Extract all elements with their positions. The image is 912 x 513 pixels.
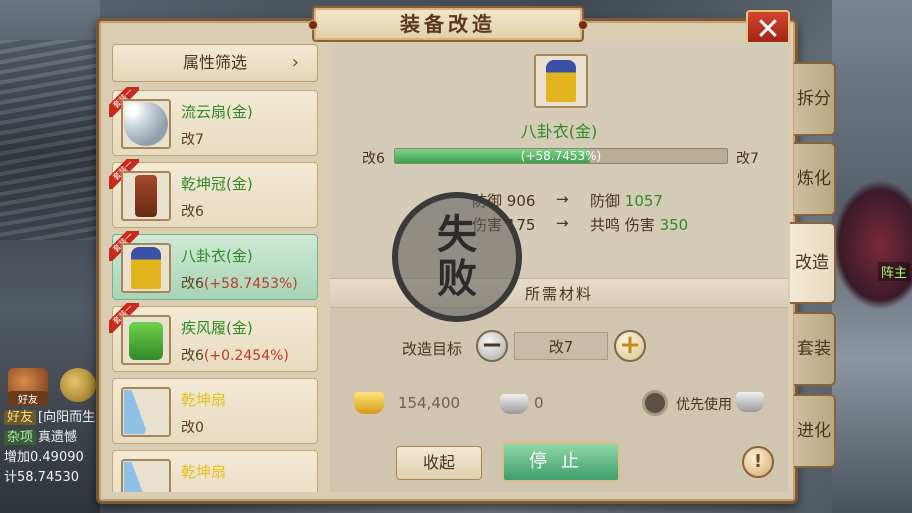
resonance-stat-to: 共鸣 伤害 350 bbox=[590, 214, 688, 235]
collapse-button[interactable]: 收起 bbox=[396, 446, 482, 480]
item-level: 改6 bbox=[181, 201, 204, 221]
progress-text: (+58.7453%) bbox=[520, 149, 602, 163]
gold-ingot-icon bbox=[354, 392, 384, 414]
stat-arrow: → bbox=[556, 190, 569, 208]
resonance-to-label: 共鸣 伤害 bbox=[590, 216, 655, 234]
item-level: 改0 bbox=[181, 417, 204, 437]
stop-button[interactable]: 停止 bbox=[502, 442, 620, 482]
tab-label: 套装 bbox=[797, 339, 831, 359]
modify-progress-bar: (+58.7453%) bbox=[394, 148, 728, 164]
friend-button[interactable]: 好友 bbox=[8, 368, 48, 406]
decrease-button[interactable]: − bbox=[476, 330, 508, 362]
item-name: 乾坤扇 bbox=[181, 463, 227, 481]
equipment-list[interactable]: 属性筛选 › 套装一 流云扇(金) 改7 套装一 乾坤冠(金) 改6 套装一 八… bbox=[108, 42, 322, 492]
tab-label: 进化 bbox=[797, 421, 831, 441]
chat-log: 好友 [向阳而生 杂项 真遗憾 增加0.49090 计58.74530 bbox=[4, 408, 100, 488]
item-level-value: 改6 bbox=[181, 348, 204, 364]
chat-line: 增加0.49090 bbox=[4, 448, 100, 468]
roof-texture bbox=[0, 40, 100, 240]
equipment-name: 八卦衣(金) bbox=[520, 122, 598, 141]
white-fan-icon bbox=[121, 99, 171, 149]
silver-amount: 0 bbox=[534, 394, 544, 412]
defense-from-value: 906 bbox=[506, 192, 536, 210]
title-knob-right bbox=[578, 20, 588, 30]
defense-to-label: 防御 bbox=[590, 192, 621, 210]
npc-figure bbox=[832, 180, 912, 310]
stamp-char-2: 败 bbox=[437, 256, 477, 302]
prefer-silver-toggle[interactable] bbox=[642, 390, 668, 416]
npc-label: 阵主 bbox=[877, 262, 910, 281]
list-item-selected[interactable]: 套装一 八卦衣(金) 改6(+58.7453%) bbox=[109, 231, 318, 300]
list-item[interactable]: 套装一 乾坤冠(金) 改6 bbox=[109, 159, 318, 228]
tab-label: 炼化 bbox=[797, 169, 831, 189]
chat-text: 增加0.49090 bbox=[4, 450, 84, 465]
stat-arrow: → bbox=[556, 214, 569, 232]
item-name: 疾风履(金) bbox=[181, 319, 253, 337]
chat-line: 好友 [向阳而生 bbox=[4, 408, 100, 428]
blue-fan-icon bbox=[121, 387, 171, 437]
modify-detail-panel: 八卦衣(金) 改6 (+58.7453%) 改7 防御 906 → 防御 105… bbox=[330, 42, 788, 492]
chat-bubble-icon[interactable] bbox=[60, 368, 96, 402]
item-name: 流云扇(金) bbox=[181, 103, 253, 121]
chat-line: 杂项 真遗憾 bbox=[4, 428, 100, 448]
crown-icon bbox=[121, 171, 171, 221]
tab-evolve[interactable]: 进化 bbox=[794, 394, 836, 468]
list-item[interactable]: 套装一 疾风履(金) 改6(+0.2454%) bbox=[109, 303, 318, 372]
title-knob-left bbox=[308, 20, 318, 30]
defense-stat-to: 防御 1057 bbox=[590, 190, 663, 211]
item-name: 乾坤冠(金) bbox=[181, 175, 253, 193]
item-level: 改6(+0.2454%) bbox=[181, 345, 289, 365]
item-level-value: 改7 bbox=[181, 132, 204, 148]
attribute-filter-button[interactable]: 属性筛选 › bbox=[112, 44, 318, 82]
chat-line: 计58.74530 bbox=[4, 468, 100, 488]
list-item[interactable]: 套装一 流云扇(金) 改7 bbox=[109, 87, 318, 156]
increase-button[interactable]: + bbox=[614, 330, 646, 362]
item-level: 改7 bbox=[181, 129, 204, 149]
prefer-use-label: 优先使用 bbox=[676, 397, 732, 413]
tab-refine[interactable]: 炼化 bbox=[794, 142, 836, 216]
list-item[interactable]: 乾坤扇 bbox=[112, 450, 318, 492]
resonance-to-value: 350 bbox=[659, 216, 689, 234]
item-level-value: 改6 bbox=[181, 276, 204, 292]
list-item[interactable]: 乾坤扇 改0 bbox=[112, 378, 318, 444]
progress-from-level: 改6 bbox=[362, 151, 385, 167]
tab-dismantle[interactable]: 拆分 bbox=[794, 62, 836, 136]
info-button[interactable]: ! bbox=[742, 446, 774, 478]
chat-tag: 杂项 bbox=[4, 430, 37, 445]
blue-fan-icon bbox=[121, 459, 171, 492]
chat-text: 真遗憾 bbox=[38, 430, 78, 445]
modify-target-label: 改造目标 bbox=[402, 340, 463, 358]
robe-icon bbox=[534, 54, 588, 108]
chat-tag: 好友 bbox=[4, 410, 37, 425]
item-level-value: 改6 bbox=[181, 204, 204, 220]
silver-ingot-icon bbox=[500, 394, 528, 414]
tab-set[interactable]: 套装 bbox=[794, 312, 836, 386]
window-title: 装备改造 bbox=[308, 6, 588, 42]
progress-to-level: 改7 bbox=[736, 151, 759, 167]
filter-label: 属性筛选 bbox=[183, 53, 248, 72]
modify-target-field: 改7 bbox=[514, 332, 608, 360]
item-progress-pct: (+58.7453%) bbox=[203, 276, 298, 292]
item-level: 改6(+58.7453%) bbox=[181, 273, 298, 293]
boots-icon bbox=[121, 315, 171, 365]
item-name: 八卦衣(金) bbox=[181, 247, 253, 265]
chevron-right-icon: › bbox=[291, 52, 299, 73]
friend-label: 好友 bbox=[8, 391, 48, 406]
failure-stamp: 失 败 bbox=[392, 192, 522, 322]
item-name: 乾坤扇 bbox=[181, 391, 227, 409]
robe-icon bbox=[121, 243, 171, 293]
chat-text: [向阳而生 bbox=[38, 410, 96, 425]
stamp-char-1: 失 bbox=[437, 212, 477, 258]
silver-ingot-icon bbox=[736, 392, 764, 412]
tab-modify[interactable]: 改造 bbox=[790, 222, 836, 304]
tab-label: 改造 bbox=[795, 253, 829, 273]
gold-amount: 154,400 bbox=[398, 394, 461, 412]
chat-text: 计58.74530 bbox=[4, 470, 80, 485]
tab-label: 拆分 bbox=[797, 89, 831, 109]
item-level-value: 改0 bbox=[181, 420, 204, 436]
window-title-text: 装备改造 bbox=[400, 12, 496, 36]
defense-to-value: 1057 bbox=[624, 192, 663, 210]
item-progress-pct: (+0.2454%) bbox=[203, 348, 289, 364]
